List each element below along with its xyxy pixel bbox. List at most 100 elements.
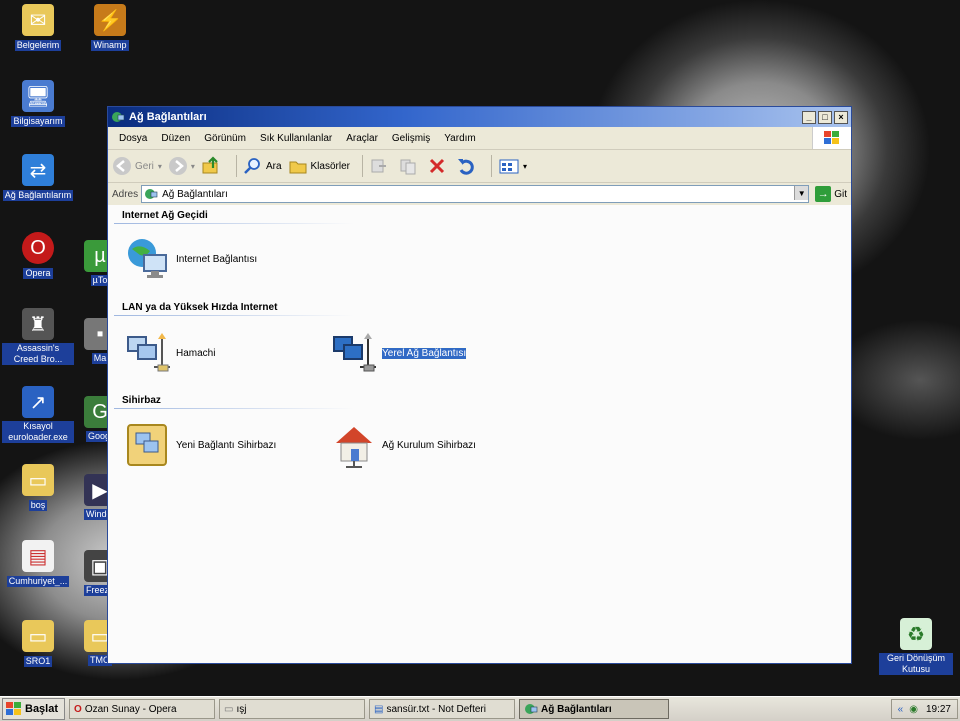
maximize-button[interactable]: □	[818, 110, 832, 124]
move-to-button[interactable]	[369, 156, 392, 176]
up-folder-icon	[202, 156, 218, 174]
system-tray: « ◉ 19:27	[890, 699, 958, 719]
group-header-internet-gateway: Internet Ağ Geçidi	[122, 210, 208, 221]
notepad-icon: ▤	[374, 703, 384, 715]
toolbar-separator	[235, 155, 237, 177]
lan-connection-icon	[333, 333, 376, 372]
back-arrow-icon	[113, 157, 131, 175]
folders-icon	[289, 161, 306, 174]
item-network-setup-wizard[interactable]: Ağ Kurulum Sihirbazı	[330, 421, 476, 469]
chevron-left-icon[interactable]: «	[898, 704, 904, 715]
content-pane: Internet Ağ Geçidi Internet Bağlantısı L…	[108, 205, 851, 663]
go-button[interactable]: → Git	[815, 186, 847, 202]
speaker-icon[interactable]: ◉	[909, 704, 918, 715]
menu-duzen[interactable]: Düzen	[154, 133, 197, 144]
go-label: Git	[834, 188, 847, 200]
winamp-icon: ⚡	[94, 4, 126, 36]
game-icon: ♜	[22, 308, 54, 340]
desktop-icon-bilgisayarim[interactable]: 🖥 Bilgisayarım	[2, 80, 74, 127]
taskbar-button-notepad[interactable]: ▤ sansür.txt - Not Defteri	[369, 699, 516, 719]
copy-to-button[interactable]	[398, 156, 421, 176]
delete-button[interactable]	[427, 156, 450, 176]
undo-button[interactable]	[456, 156, 479, 176]
group-divider	[114, 315, 354, 316]
item-local-area-connection[interactable]: Yerel Ağ Bağlantısı	[330, 329, 468, 377]
desktop-icon-label: Cumhuriyet_...	[6, 576, 70, 587]
back-label: Geri	[135, 160, 154, 172]
start-label: Başlat	[25, 703, 59, 715]
chevron-down-icon: ▾	[522, 161, 527, 171]
wizard-icon	[127, 424, 167, 466]
folder-icon: ▭	[22, 620, 54, 652]
desktop-icon-label: Belgelerim	[14, 40, 62, 51]
taskbar-button-opera[interactable]: O Ozan Sunay - Opera	[69, 699, 216, 719]
views-button[interactable]: ▾	[498, 156, 527, 176]
item-internet-connection[interactable]: Internet Bağlantısı	[124, 235, 257, 283]
menu-gorunum[interactable]: Görünüm	[197, 133, 253, 144]
taskbar-button-label: sansür.txt - Not Defteri	[386, 703, 486, 715]
menu-gelismis[interactable]: Gelişmiş	[385, 133, 437, 144]
computer-icon: 🖥	[22, 80, 54, 112]
address-bar: Adres Ağ Bağlantıları ▼ → Git	[108, 183, 851, 206]
menu-yardim[interactable]: Yardım	[437, 133, 483, 144]
folder-icon: ▭	[224, 703, 234, 715]
menu-sik-kullanilanlar[interactable]: Sık Kullanılanlar	[253, 133, 339, 144]
close-button[interactable]: ×	[834, 110, 848, 124]
home-network-icon	[336, 427, 372, 468]
desktop-icon-label: Winamp	[91, 40, 129, 51]
address-field[interactable]: Ağ Bağlantıları ▼	[141, 185, 810, 203]
up-folder-button[interactable]	[201, 156, 224, 176]
desktop-icon-recycle-bin[interactable]: ♻ Geri Dönüşüm Kutusu	[878, 618, 954, 675]
chevron-down-icon: ▾	[157, 161, 162, 171]
address-dropdown-button[interactable]: ▼	[794, 186, 809, 200]
desktop-icon-winamp[interactable]: ⚡ Winamp	[74, 4, 146, 51]
search-button[interactable]: Ara	[243, 156, 282, 176]
document-icon: ▤	[22, 540, 54, 572]
group-header-lan: LAN ya da Yüksek Hızda Internet	[122, 302, 278, 313]
clock[interactable]: 19:27	[926, 704, 951, 715]
network-connections-window: Ağ Bağlantıları _ □ × Dosya Düzen Görünü…	[107, 106, 852, 664]
opera-icon: O	[74, 703, 82, 715]
move-to-icon	[371, 159, 386, 173]
taskbar-button-network-connections[interactable]: Ağ Bağlantıları	[519, 699, 670, 719]
taskbar-button-isj[interactable]: ▭ ışj	[219, 699, 366, 719]
desktop-icon-ag-baglantilarim[interactable]: ⇄ Ağ Bağlantılarım	[2, 154, 74, 201]
item-label: Hamachi	[176, 347, 216, 359]
menu-araclar[interactable]: Araçlar	[339, 133, 385, 144]
recycle-bin-icon: ♻	[900, 618, 932, 650]
item-label: Yerel Ağ Bağlantısı	[380, 346, 468, 360]
title-bar[interactable]: Ağ Bağlantıları _ □ ×	[108, 107, 851, 127]
delete-x-icon	[429, 158, 445, 174]
toolbar-separator	[361, 155, 363, 177]
network-icon	[145, 189, 158, 199]
lan-connection-icon	[127, 333, 170, 372]
views-icon	[499, 159, 519, 174]
item-new-connection-wizard[interactable]: Yeni Bağlantı Sihirbazı	[124, 421, 276, 469]
taskbar: Başlat O Ozan Sunay - Opera ▭ ışj ▤ sans…	[0, 696, 960, 721]
taskbar-button-label: Ağ Bağlantıları	[541, 703, 612, 715]
minimize-button[interactable]: _	[802, 110, 816, 124]
folders-button[interactable]: Klasörler	[288, 156, 350, 176]
start-button[interactable]: Başlat	[2, 698, 66, 720]
window-title: Ağ Bağlantıları	[129, 111, 207, 123]
desktop-icon-label: Geri Dönüşüm Kutusu	[879, 653, 953, 675]
desktop-icon-belgelerim[interactable]: ✉ Belgelerim	[2, 4, 74, 51]
desktop-icon-label: boş	[28, 500, 48, 511]
taskbar-button-label: ışj	[236, 703, 247, 715]
menu-dosya[interactable]: Dosya	[112, 133, 154, 144]
undo-icon	[457, 159, 474, 175]
search-label: Ara	[265, 160, 282, 172]
back-button[interactable]: Geri ▾	[112, 156, 162, 176]
item-hamachi[interactable]: Hamachi	[124, 329, 215, 377]
desktop-icon-label: Opera	[23, 268, 53, 279]
item-label: Internet Bağlantısı	[176, 253, 258, 265]
windows-logo-icon	[812, 127, 851, 149]
address-label: Adres	[112, 188, 139, 200]
item-label: Yeni Bağlantı Sihirbazı	[176, 439, 277, 451]
forward-button[interactable]: ▾	[168, 156, 195, 176]
group-divider	[114, 408, 354, 409]
desktop-icon-label: SRO1	[23, 656, 53, 667]
toolbar: Geri ▾ ▾ Ara Klasörler ▾	[108, 150, 851, 183]
opera-icon: O	[22, 232, 54, 264]
desktop-icon-label: Ağ Bağlantılarım	[2, 190, 74, 201]
